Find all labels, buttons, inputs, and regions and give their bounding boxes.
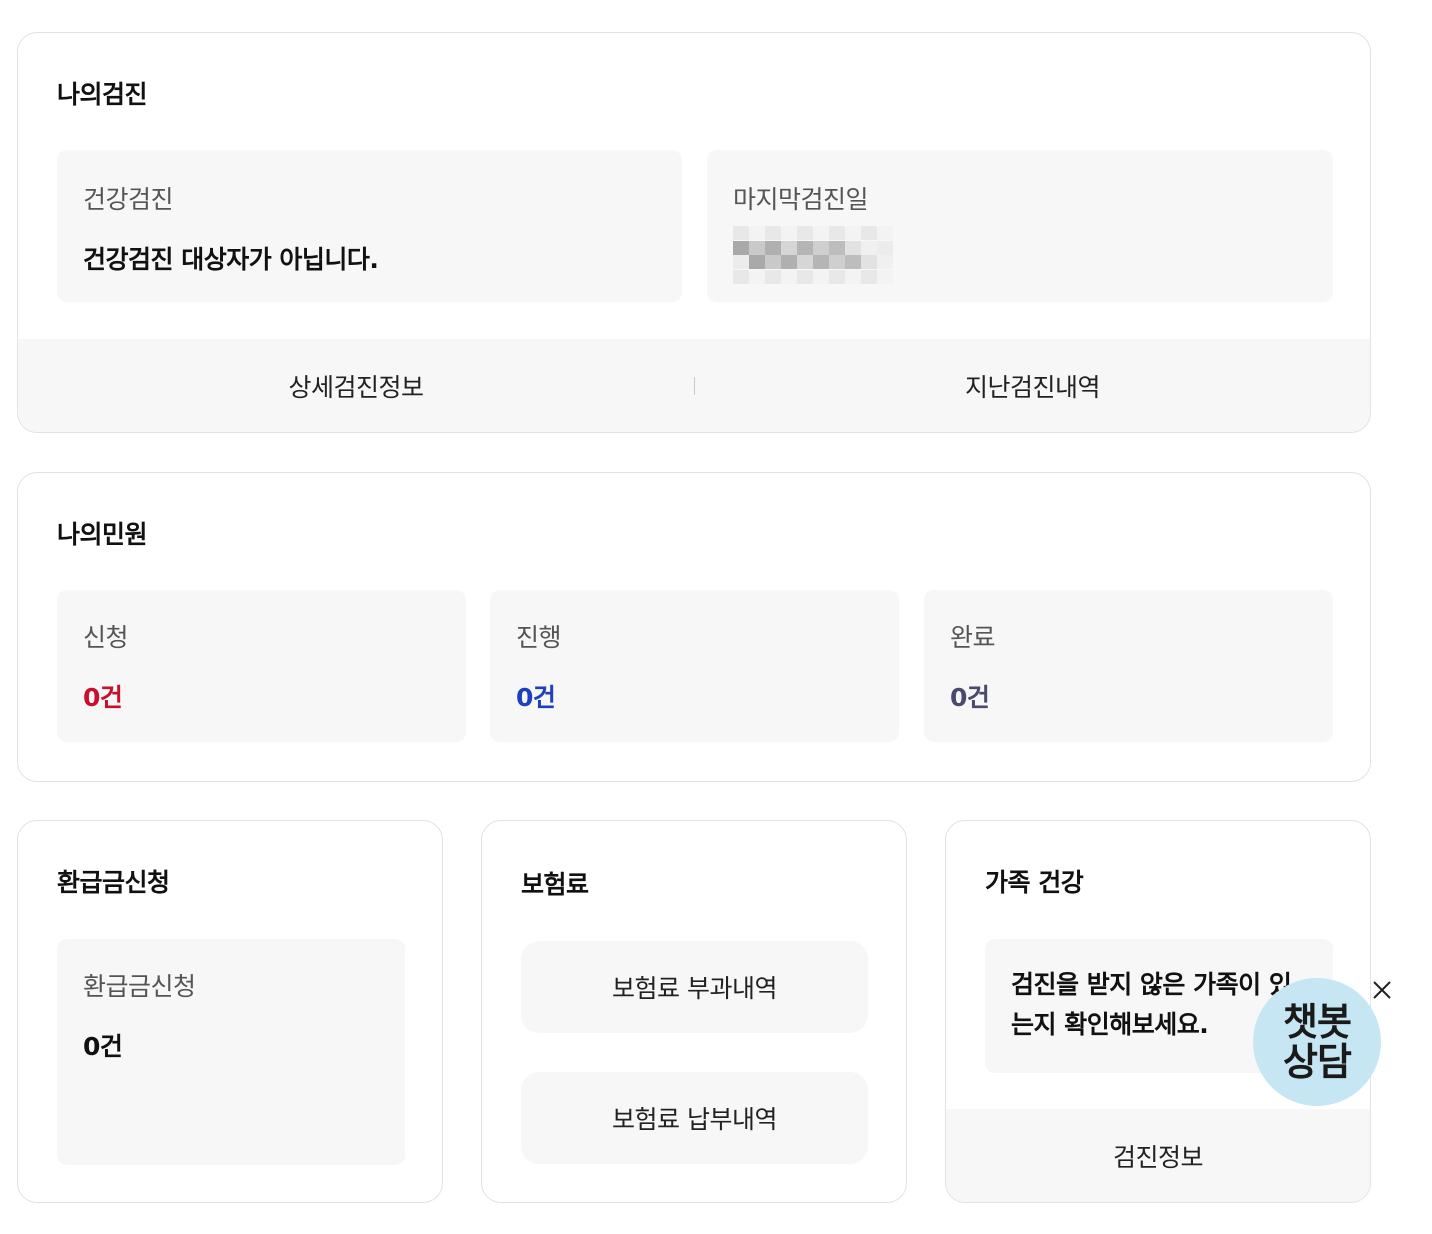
insurance-card: 보험료 보험료 부과내역 보험료 납부내역 — [481, 820, 907, 1203]
chatbot-label-line2: 상담 — [1283, 1040, 1352, 1084]
complaint-done-label: 완료 — [950, 623, 996, 652]
complaint-done-count: 0건 — [950, 683, 990, 712]
complaint-progress-label: 진행 — [516, 623, 562, 652]
refund-count: 0건 — [83, 1032, 123, 1061]
chatbot-label-line1: 챗봇 — [1283, 1000, 1352, 1044]
checkup-card: 나의검진 건강검진 건강검진 대상자가 아닙니다. 마지막검진일 상세검진정보 … — [17, 32, 1371, 433]
family-health-title: 가족 건강 — [985, 868, 1084, 897]
last-check-label: 마지막검진일 — [733, 185, 869, 214]
insurance-charge-button[interactable]: 보험료 부과내역 — [521, 941, 868, 1033]
complaint-applied-box[interactable]: 신청 0건 — [57, 590, 466, 742]
refund-label: 환급금신청 — [83, 972, 196, 1001]
health-check-box: 건강검진 건강검진 대상자가 아닙니다. — [57, 150, 682, 302]
insurance-payment-button[interactable]: 보험료 납부내역 — [521, 1072, 868, 1164]
complaint-progress-count: 0건 — [516, 683, 556, 712]
checkup-info-link[interactable]: 검진정보 — [946, 1138, 1370, 1174]
complaints-title: 나의민원 — [57, 520, 148, 549]
health-check-label: 건강검진 — [83, 185, 174, 214]
close-icon[interactable] — [1368, 976, 1396, 1004]
past-checkup-link[interactable]: 지난검진내역 — [695, 368, 1370, 404]
family-footer: 검진정보 — [946, 1109, 1370, 1202]
refund-card: 환급금신청 환급금신청 0건 — [17, 820, 443, 1203]
complaint-done-box[interactable]: 완료 0건 — [924, 590, 1333, 742]
checkup-footer: 상세검진정보 지난검진내역 — [18, 339, 1370, 432]
last-check-date-redacted — [733, 226, 901, 284]
complaint-applied-count: 0건 — [83, 683, 123, 712]
insurance-title: 보험료 — [521, 870, 589, 899]
complaint-progress-box[interactable]: 진행 0건 — [490, 590, 899, 742]
refund-title: 환급금신청 — [57, 868, 170, 897]
health-check-value: 건강검진 대상자가 아닙니다. — [83, 245, 379, 274]
detail-checkup-link[interactable]: 상세검진정보 — [18, 368, 694, 404]
refund-box[interactable]: 환급금신청 0건 — [57, 939, 405, 1165]
complaint-applied-label: 신청 — [83, 623, 129, 652]
last-check-box: 마지막검진일 — [707, 150, 1333, 302]
chatbot-button[interactable]: 챗봇 상담 — [1253, 978, 1381, 1106]
complaints-card: 나의민원 신청 0건 진행 0건 완료 0건 — [17, 472, 1371, 782]
checkup-title: 나의검진 — [57, 80, 148, 109]
